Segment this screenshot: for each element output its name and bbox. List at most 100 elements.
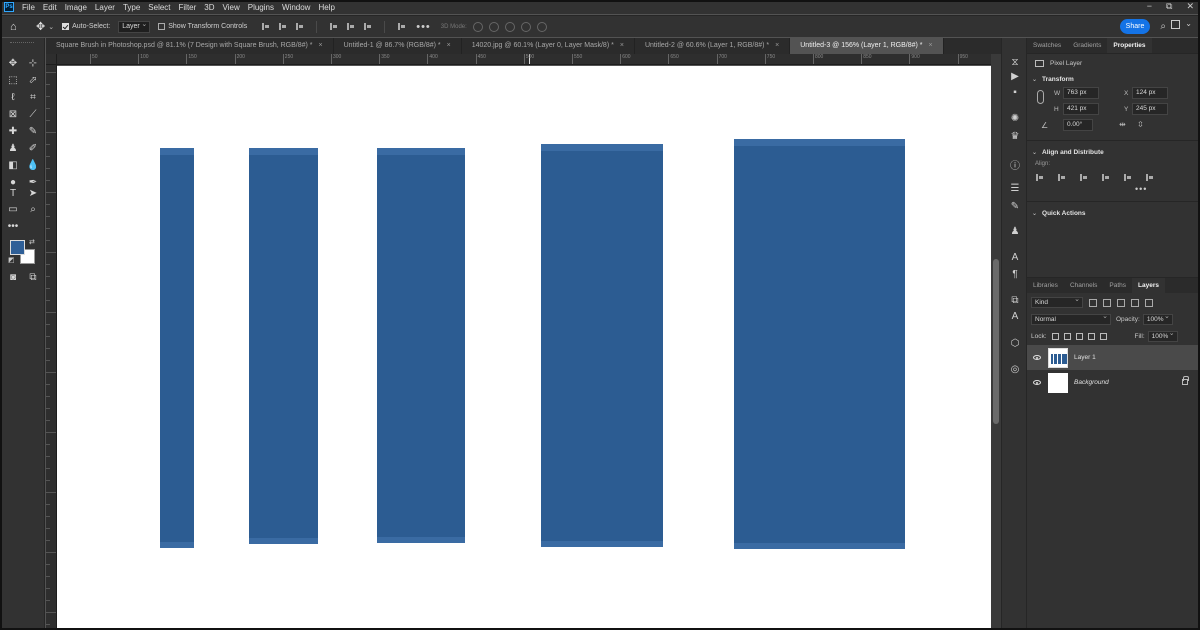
align-right-icon[interactable]	[295, 22, 304, 31]
document-tab[interactable]: Untitled-2 @ 60.6% (Layer 1, RGB/8#) * ×	[635, 38, 791, 54]
info-panel-icon[interactable]: ⓘ	[1009, 158, 1021, 172]
eraser-tool-icon[interactable]: ◧	[7, 160, 19, 172]
move-tool-icon[interactable]: ✥	[7, 58, 19, 70]
document-canvas[interactable]	[57, 66, 991, 630]
tab-gradients[interactable]: Gradients	[1067, 38, 1107, 53]
align-right-icon[interactable]	[1079, 173, 1088, 182]
clone-source-icon[interactable]: ♟	[1009, 225, 1021, 237]
marquee-tool-icon[interactable]: ⬚	[7, 75, 19, 87]
share-button[interactable]: Share	[1120, 19, 1150, 34]
filter-kind-dropdown[interactable]: Kind	[1031, 295, 1083, 308]
glyphs-panel-icon[interactable]: ⧉	[1009, 294, 1021, 306]
path-select-tool-icon[interactable]: ➤	[27, 188, 39, 200]
align-hcenter-icon[interactable]	[1057, 173, 1066, 182]
tab-channels[interactable]: Channels	[1064, 278, 1103, 293]
menu-window[interactable]: Window	[282, 3, 310, 12]
restore-icon[interactable]: ⧉	[1166, 1, 1172, 12]
history-brush-tool-icon[interactable]: ✐	[27, 143, 39, 155]
lasso-tool-icon[interactable]: ℓ	[7, 92, 19, 104]
workspace-caret-icon[interactable]: ⌄	[1185, 19, 1192, 28]
auto-select-checkbox[interactable]	[62, 23, 70, 30]
document-tab-active[interactable]: Untitled-3 @ 156% (Layer 1, RGB/8#) * ×	[790, 38, 944, 54]
adjustment-filter-icon[interactable]	[1103, 298, 1111, 307]
visibility-eye-icon[interactable]	[1033, 355, 1041, 360]
history-panel-icon[interactable]: ⧖	[1009, 56, 1021, 68]
visibility-eye-icon[interactable]	[1033, 380, 1041, 385]
smart-object-filter-icon[interactable]	[1145, 298, 1153, 307]
ruler-origin[interactable]	[46, 54, 57, 65]
channels-panel-icon[interactable]: ◎	[1009, 363, 1021, 375]
height-field[interactable]: 421 px	[1063, 103, 1099, 115]
x-field[interactable]: 124 px	[1132, 87, 1168, 99]
more-align-options-icon[interactable]: •••	[1027, 185, 1200, 197]
close-icon[interactable]: ✕	[1186, 1, 1194, 12]
canvas-area[interactable]	[57, 66, 991, 630]
document-tab[interactable]: Untitled-1 @ 86.7% (RGB/8#) * ×	[334, 38, 462, 54]
flip-horizontal-icon[interactable]: ⇹	[1119, 120, 1126, 129]
lock-all-icon[interactable]	[1099, 333, 1107, 340]
opacity-field[interactable]: 100%	[1142, 312, 1173, 325]
actions-panel-icon[interactable]: ▶	[1009, 70, 1021, 82]
align-top-icon[interactable]	[1101, 173, 1110, 182]
lock-pixels-icon[interactable]	[1063, 333, 1071, 340]
minimize-icon[interactable]: −	[1147, 1, 1152, 12]
edit-toolbar-icon[interactable]: •••	[7, 221, 19, 233]
horizontal-ruler[interactable]: 50 100 150 200 250 300 350 400 450 500 550 600 650 70…	[57, 54, 991, 65]
fill-field[interactable]: 100%	[1147, 329, 1178, 342]
align-hcenter-icon[interactable]	[278, 22, 287, 31]
layer-row-background[interactable]: Background	[1027, 370, 1200, 395]
menu-edit[interactable]: Edit	[43, 3, 57, 12]
screen-mode-icon[interactable]: ⧉	[27, 272, 39, 284]
transform-section-header[interactable]: ⌄ Transform	[1027, 72, 1200, 86]
menu-3d[interactable]: 3D	[204, 3, 214, 12]
character-panel-icon[interactable]: A	[1009, 251, 1021, 263]
align-vcenter-icon[interactable]	[1123, 173, 1132, 182]
quick-actions-header[interactable]: ⌄ Quick Actions	[1027, 206, 1200, 220]
close-tab-icon[interactable]: ×	[447, 42, 451, 49]
menu-image[interactable]: Image	[65, 3, 87, 12]
document-tab[interactable]: 14020.jpg @ 60.1% (Layer 0, Layer Mask/8…	[462, 38, 635, 54]
menu-plugins[interactable]: Plugins	[248, 3, 274, 12]
brush-settings-icon[interactable]: ✎	[1009, 200, 1021, 212]
flip-vertical-icon[interactable]: ⇳	[1137, 120, 1144, 129]
swap-colors-icon[interactable]: ⇄	[29, 238, 35, 246]
auto-select-target-dropdown[interactable]: Layer	[118, 20, 151, 33]
3d-panel-icon[interactable]: ⬡	[1009, 337, 1021, 349]
blur-tool-icon[interactable]: 💧	[27, 160, 39, 172]
menu-file[interactable]: File	[22, 3, 35, 12]
document-tab[interactable]: Square Brush in Photoshop.psd @ 81.1% (7…	[46, 38, 334, 54]
type-tool-icon[interactable]: T	[7, 188, 19, 200]
width-field[interactable]: 763 px	[1063, 87, 1099, 99]
adjustments-panel-icon[interactable]: ☰	[1009, 182, 1021, 194]
type-filter-icon[interactable]	[1117, 298, 1125, 307]
vertical-ruler[interactable]	[46, 54, 57, 630]
tab-paths[interactable]: Paths	[1103, 278, 1132, 293]
image-filter-icon[interactable]	[1089, 298, 1097, 307]
angle-field[interactable]: 0.00°	[1063, 119, 1093, 131]
search-icon[interactable]: ⌕	[1160, 21, 1166, 32]
home-icon[interactable]: ⌂	[10, 21, 22, 33]
brush-tool-icon[interactable]: ✎	[27, 126, 39, 138]
close-tab-icon[interactable]: ×	[319, 42, 323, 49]
default-colors-icon[interactable]: ◩	[8, 256, 15, 264]
menu-select[interactable]: Select	[148, 3, 170, 12]
show-transform-checkbox[interactable]	[158, 23, 166, 30]
tab-layers[interactable]: Layers	[1132, 278, 1165, 293]
foreground-color-swatch[interactable]	[10, 240, 25, 255]
frame-tool-icon[interactable]: ⊠	[7, 109, 19, 121]
align-left-icon[interactable]	[261, 22, 270, 31]
close-tab-icon[interactable]: ×	[775, 42, 779, 49]
object-select-tool-icon[interactable]: ⬀	[27, 75, 39, 87]
align-section-header[interactable]: ⌄ Align and Distribute	[1027, 145, 1200, 159]
menu-view[interactable]: View	[223, 3, 240, 12]
menu-filter[interactable]: Filter	[179, 3, 197, 12]
eyedropper-tool-icon[interactable]: ⟋	[27, 109, 39, 121]
healing-tool-icon[interactable]: ✚	[7, 126, 19, 138]
more-options-icon[interactable]: •••	[416, 21, 431, 33]
artboard-tool-icon[interactable]: ⊹	[27, 58, 39, 70]
tool-preset-caret-icon[interactable]: ⌄	[48, 23, 54, 31]
paragraph-panel-icon[interactable]: ¶	[1009, 268, 1021, 280]
menu-layer[interactable]: Layer	[95, 3, 115, 12]
close-tab-icon[interactable]: ×	[620, 42, 624, 49]
menu-type[interactable]: Type	[123, 3, 140, 12]
